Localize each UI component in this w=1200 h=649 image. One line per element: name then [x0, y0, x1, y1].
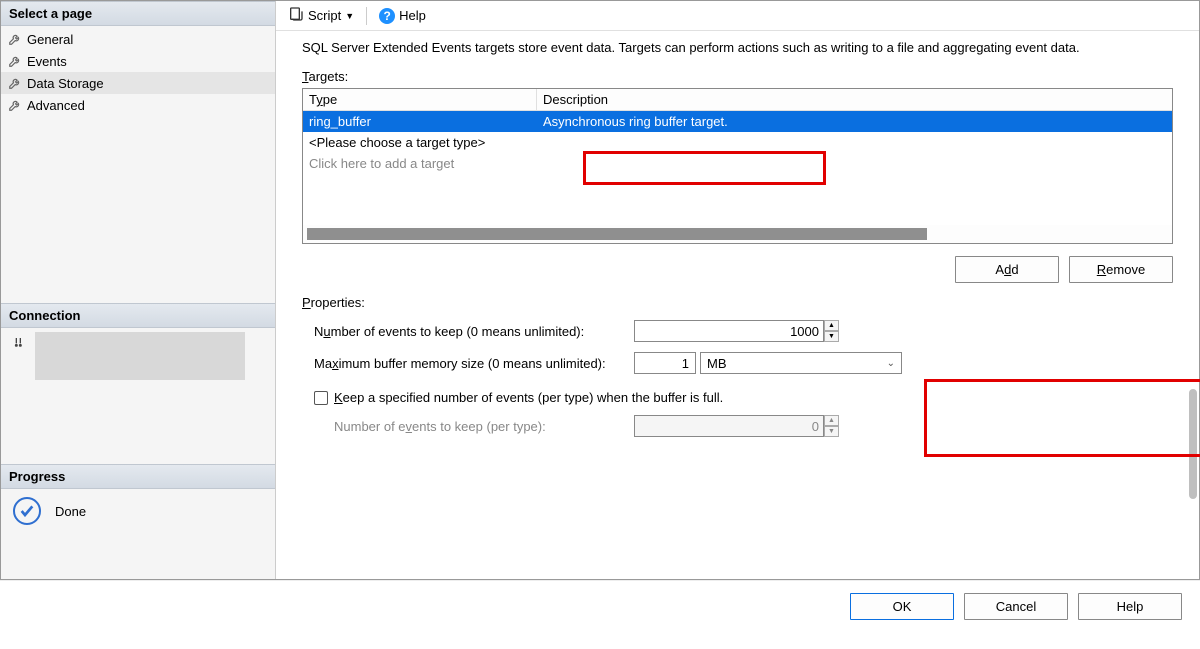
per-type-input — [634, 415, 824, 437]
help-button[interactable]: Help — [1078, 593, 1182, 620]
check-icon — [13, 497, 41, 525]
dropdown-icon: ▼ — [345, 11, 354, 21]
sidebar-item-events[interactable]: Events — [1, 50, 275, 72]
keep-events-checkbox-row: Keep a specified number of events (per t… — [314, 390, 1173, 405]
connection-header: Connection — [1, 303, 275, 328]
help-button[interactable]: ? Help — [375, 6, 430, 26]
table-row-hint[interactable]: Click here to add a target — [303, 153, 1172, 174]
targets-label: Targets: — [302, 69, 1173, 84]
mem-unit-select[interactable]: MB ⌄ — [700, 352, 902, 374]
toolbar: Script ▼ ? Help — [276, 1, 1199, 31]
horizontal-scrollbar[interactable] — [303, 225, 1172, 243]
per-type-spinner: ▲ ▼ — [634, 415, 839, 437]
help-label: Help — [399, 8, 426, 23]
cancel-button[interactable]: Cancel — [964, 593, 1068, 620]
progress-block: Done — [1, 489, 275, 533]
remove-button[interactable]: Remove — [1069, 256, 1173, 283]
properties-section: Properties: Number of events to keep (0 … — [302, 295, 1173, 447]
select-page-header: Select a page — [1, 1, 275, 26]
page-list: General Events Data Storage Advanced — [1, 26, 275, 118]
cell-placeholder: <Please choose a target type> — [303, 132, 537, 153]
content: SQL Server Extended Events targets store… — [276, 31, 1199, 579]
targets-buttons: Add Remove — [302, 244, 1173, 287]
progress-header: Progress — [1, 464, 275, 489]
sidebar-item-advanced[interactable]: Advanced — [1, 94, 275, 116]
scrollbar-track — [307, 227, 1168, 241]
spin-down-icon: ▼ — [824, 426, 839, 437]
num-events-spinner: ▲ ▼ — [634, 320, 839, 342]
th-description: Description — [537, 89, 1172, 111]
progress-state: Done — [55, 504, 86, 519]
ok-button[interactable]: OK — [850, 593, 954, 620]
dialog-footer: OK Cancel Help — [0, 580, 1200, 632]
wrench-icon — [7, 97, 23, 113]
chevron-down-icon: ⌄ — [887, 358, 895, 369]
prop-per-type: Number of events to keep (per type): ▲ ▼ — [334, 415, 1173, 437]
th-type: Type — [303, 89, 537, 111]
spin-down-icon[interactable]: ▼ — [824, 331, 839, 342]
scrollbar-thumb[interactable] — [307, 228, 927, 240]
connection-value-redacted — [35, 332, 245, 380]
cell-description: Asynchronous ring buffer target. — [537, 111, 1172, 132]
targets-table[interactable]: Type Description ring_buffer Asynchronou… — [302, 88, 1173, 244]
sidebar-item-label: Data Storage — [27, 76, 104, 91]
table-row[interactable]: ring_buffer Asynchronous ring buffer tar… — [303, 111, 1172, 132]
mem-size-input[interactable] — [634, 352, 696, 374]
cell-hint: Click here to add a target — [303, 153, 537, 174]
mem-size-label: Maximum buffer memory size (0 means unli… — [314, 356, 634, 371]
table-row-placeholder[interactable]: <Please choose a target type> — [303, 132, 1172, 153]
num-events-label: Number of events to keep (0 means unlimi… — [314, 324, 634, 339]
mem-unit-value: MB — [707, 356, 727, 371]
sidebar-item-label: General — [27, 32, 73, 47]
script-icon — [288, 6, 304, 25]
keep-events-label: Keep a specified number of events (per t… — [334, 390, 723, 405]
sidebar-item-label: Advanced — [27, 98, 85, 113]
help-icon: ? — [379, 8, 395, 24]
table-body: ring_buffer Asynchronous ring buffer tar… — [303, 111, 1172, 225]
wrench-icon — [7, 53, 23, 69]
prop-mem-size: Maximum buffer memory size (0 means unli… — [314, 352, 1173, 374]
wrench-icon — [7, 31, 23, 47]
sidebar-item-data-storage[interactable]: Data Storage — [1, 72, 275, 94]
cell-type: ring_buffer — [303, 111, 537, 132]
description-text: SQL Server Extended Events targets store… — [302, 39, 1173, 57]
table-header: Type Description — [303, 89, 1172, 111]
per-type-label: Number of events to keep (per type): — [334, 419, 634, 434]
spin-up-icon[interactable]: ▲ — [824, 320, 839, 331]
wizard-window: Select a page General Events Data Storag… — [0, 0, 1200, 580]
keep-events-checkbox[interactable] — [314, 391, 328, 405]
server-icon — [13, 336, 29, 352]
separator — [366, 7, 367, 25]
sidebar-item-general[interactable]: General — [1, 28, 275, 50]
add-button[interactable]: Add — [955, 256, 1059, 283]
connection-block — [1, 328, 275, 384]
main-panel: Script ▼ ? Help SQL Server Extended Even… — [276, 1, 1199, 579]
script-label: Script — [308, 8, 341, 23]
sidebar: Select a page General Events Data Storag… — [1, 1, 276, 579]
vertical-scrollbar[interactable] — [1189, 389, 1197, 499]
sidebar-item-label: Events — [27, 54, 67, 69]
properties-label: Properties: — [302, 295, 1173, 310]
wrench-icon — [7, 75, 23, 91]
script-button[interactable]: Script ▼ — [284, 4, 358, 27]
num-events-input[interactable] — [634, 320, 824, 342]
prop-num-events: Number of events to keep (0 means unlimi… — [314, 320, 1173, 342]
spin-up-icon: ▲ — [824, 415, 839, 426]
